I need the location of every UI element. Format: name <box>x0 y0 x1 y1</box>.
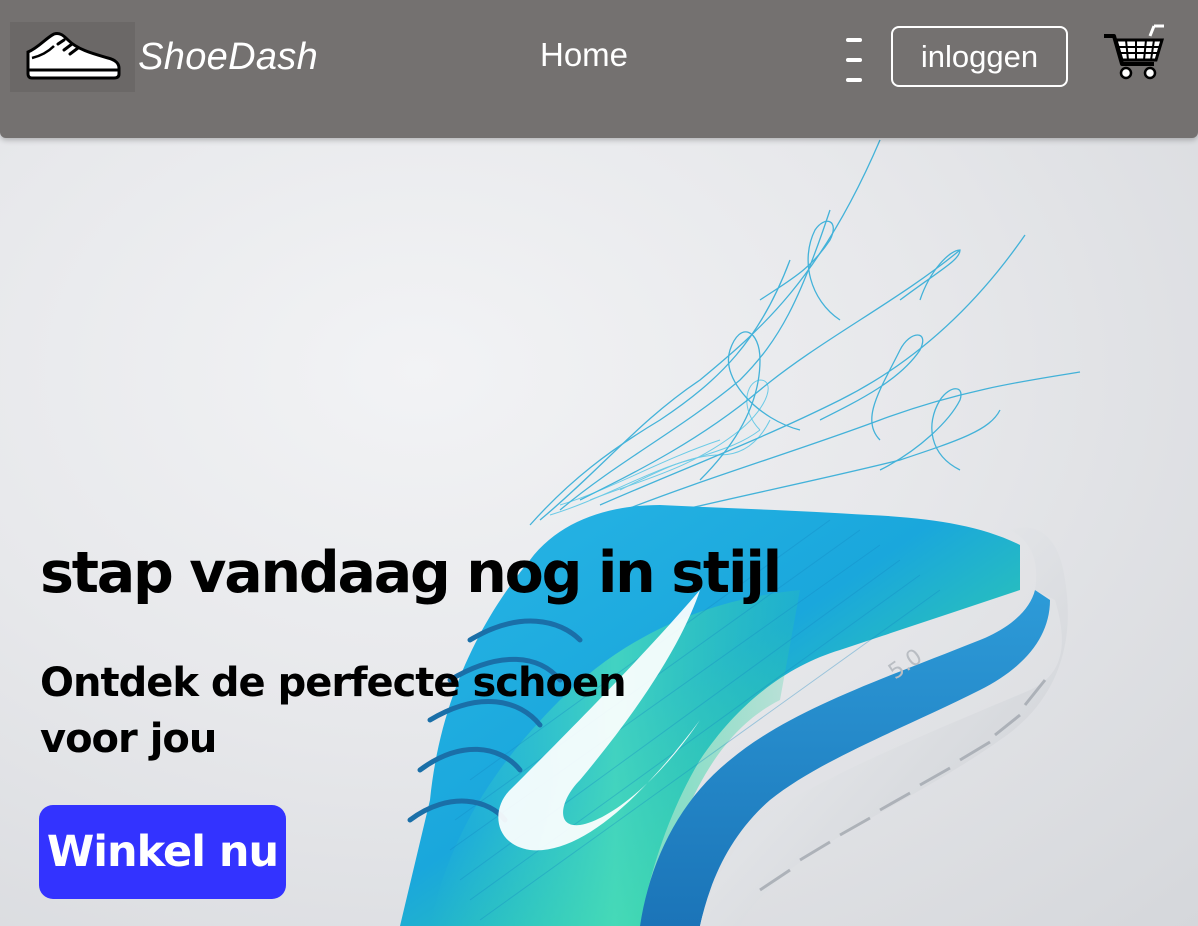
sneaker-icon <box>10 22 136 92</box>
login-button[interactable]: inloggen <box>891 26 1068 87</box>
running-shoe-image: 5.0 <box>400 139 1081 926</box>
hero-section: 5.0 <box>0 0 1198 926</box>
menu-bar <box>846 58 862 62</box>
nav-link-home[interactable]: Home <box>540 36 628 74</box>
shopping-cart-icon[interactable] <box>1102 22 1168 82</box>
brand-name: ShoeDash <box>138 35 318 78</box>
brand-link[interactable]: ShoeDash <box>10 22 318 92</box>
menu-bar <box>846 38 862 42</box>
menu-bar <box>846 78 862 82</box>
hero-headline: stap vandaag nog in stijl <box>40 540 782 606</box>
top-navbar: ShoeDash Home inloggen <box>0 0 1198 138</box>
hero-subheadline: Ontdek de perfecte schoen voor jou <box>40 660 627 762</box>
hamburger-menu-icon[interactable] <box>843 38 865 82</box>
shop-now-button[interactable]: Winkel nu <box>39 805 286 899</box>
